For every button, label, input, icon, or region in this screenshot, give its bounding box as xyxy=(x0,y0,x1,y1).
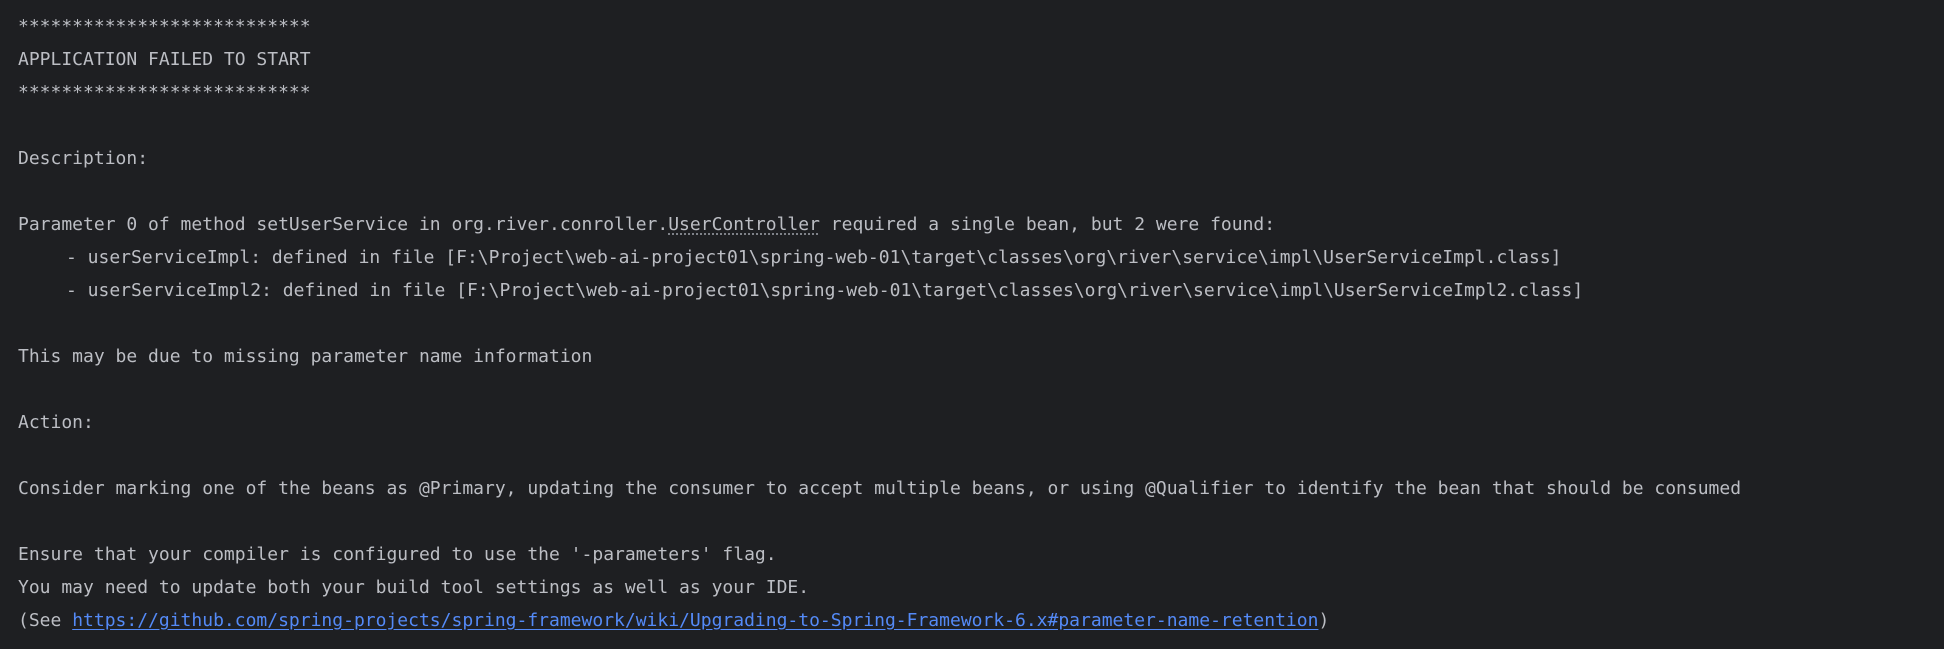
action-label: Action: xyxy=(18,412,94,433)
description-label: Description: xyxy=(18,148,149,169)
ensure-line: Ensure that your compiler is configured … xyxy=(18,544,777,565)
class-reference-link[interactable]: UserController xyxy=(668,214,820,235)
see-suffix: ) xyxy=(1318,610,1330,631)
parameter-suffix: required a single bean, but 2 were found… xyxy=(819,214,1276,235)
missing-info-line: This may be due to missing parameter nam… xyxy=(18,346,593,367)
bean-line-1: - userServiceImpl: defined in file [F:\P… xyxy=(66,247,1562,268)
update-line: You may need to update both your build t… xyxy=(18,577,810,598)
console-output: *************************** APPLICATION … xyxy=(18,10,1938,637)
see-prefix: (See xyxy=(18,610,73,631)
stars-bottom-line: *************************** xyxy=(18,82,311,103)
see-line: (See https://github.com/spring-projects/… xyxy=(18,604,1938,637)
bean-line-2: - userServiceImpl2: defined in file [F:\… xyxy=(66,280,1584,301)
error-title: APPLICATION FAILED TO START xyxy=(18,49,311,70)
parameter-line: Parameter 0 of method setUserService in … xyxy=(18,208,1938,241)
stars-top-line: *************************** xyxy=(18,16,311,37)
docs-link[interactable]: https://github.com/spring-projects/sprin… xyxy=(72,610,1318,631)
consider-line: Consider marking one of the beans as @Pr… xyxy=(18,478,1742,499)
parameter-prefix: Parameter 0 of method setUserService in … xyxy=(18,214,669,235)
